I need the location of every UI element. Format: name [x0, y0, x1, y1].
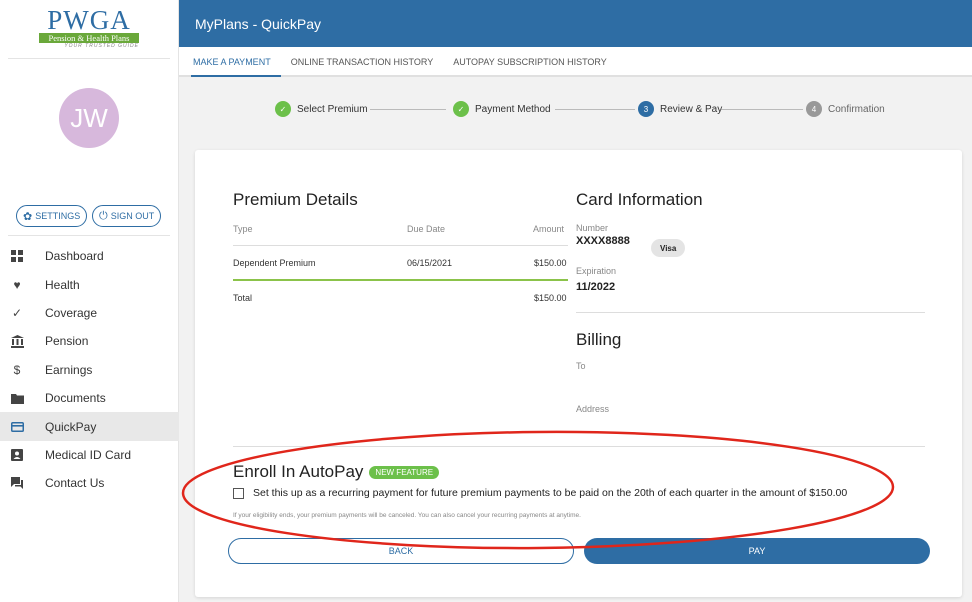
- sidebar-item-dashboard[interactable]: Dashboard: [0, 242, 179, 270]
- premium-amount: $150.00: [534, 258, 567, 268]
- step-connector: [370, 109, 446, 110]
- table-divider: [233, 245, 568, 246]
- check-icon: ✓: [11, 305, 23, 320]
- tab-make-a-payment[interactable]: MAKE A PAYMENT: [191, 57, 281, 77]
- column-header-type: Type: [233, 224, 253, 234]
- column-header-due-date: Due Date: [407, 224, 446, 234]
- credit-card-icon: [10, 420, 24, 434]
- sidebar-item-label: Medical ID Card: [45, 447, 132, 462]
- id-card-icon: [10, 448, 24, 462]
- sidebar-item-medical-id-card[interactable]: Medical ID Card: [0, 441, 179, 469]
- step-payment-method: ✓ Payment Method: [453, 101, 551, 117]
- dashboard-icon: [10, 249, 24, 263]
- step-connector: [721, 109, 803, 110]
- sidebar-item-quickpay[interactable]: QuickPay: [0, 412, 179, 441]
- autopay-note: If your eligibility ends, your premium p…: [233, 512, 581, 519]
- autopay-checkbox[interactable]: [233, 488, 244, 499]
- sidebar-item-label: Dashboard: [45, 249, 104, 264]
- check-circle-icon: ✓: [275, 101, 291, 117]
- sidebar-item-label: QuickPay: [45, 419, 97, 434]
- card-number: XXXX8888: [576, 235, 630, 247]
- sidebar-item-pension[interactable]: Pension: [0, 327, 179, 355]
- gear-icon: ✿: [23, 210, 33, 223]
- bank-icon: [10, 334, 24, 348]
- card-information-title: Card Information: [576, 190, 703, 209]
- step-label: Payment Method: [475, 103, 551, 115]
- sidebar-item-label: Coverage: [45, 305, 98, 320]
- step-connector: [555, 109, 635, 110]
- review-card: Premium Details Type Due Date Amount Dep…: [195, 150, 962, 597]
- settings-label: SETTINGS: [35, 211, 81, 221]
- logo-subtitle: Pension & Health Plans: [39, 33, 139, 43]
- sidebar-item-earnings[interactable]: $ Earnings: [0, 356, 179, 384]
- billing-address-label: Address: [576, 404, 610, 414]
- expiration-date: 11/2022: [576, 281, 616, 293]
- back-button[interactable]: BACK: [228, 538, 574, 564]
- billing-title: Billing: [576, 330, 622, 349]
- premium-due-date: 06/15/2021: [407, 258, 453, 268]
- dollar-icon: $: [13, 362, 21, 377]
- sidebar-item-label: Health: [45, 277, 80, 292]
- sidebar-item-label: Documents: [45, 391, 106, 406]
- sidebar-nav: Dashboard ♥ Health ✓ Coverage Pension $ …: [0, 242, 179, 498]
- step-label: Review & Pay: [660, 103, 723, 115]
- section-divider: [233, 446, 925, 447]
- autopay-title-text: Enroll In AutoPay: [233, 462, 364, 481]
- pay-button[interactable]: PAY: [584, 538, 930, 564]
- sidebar-item-health[interactable]: ♥ Health: [0, 270, 179, 298]
- step-select-premium: ✓ Select Premium: [275, 101, 368, 117]
- premium-type: Dependent Premium: [233, 258, 316, 268]
- sidebar-divider: [8, 58, 170, 59]
- page-header: MyPlans - QuickPay: [179, 0, 972, 47]
- step-review-pay: 3 Review & Pay: [638, 101, 722, 117]
- step-number: 4: [806, 101, 822, 117]
- page-title: MyPlans - QuickPay: [195, 15, 322, 32]
- autopay-checkbox-label[interactable]: Set this up as a recurring payment for f…: [253, 487, 847, 499]
- tab-autopay-subscription-history[interactable]: AUTOPAY SUBSCRIPTION HISTORY: [443, 57, 617, 77]
- sidebar-item-coverage[interactable]: ✓ Coverage: [0, 299, 179, 327]
- sidebar-item-label: Pension: [45, 334, 89, 349]
- folder-icon: [10, 391, 24, 405]
- sidebar-item-label: Earnings: [45, 362, 93, 377]
- sidebar-divider: [8, 235, 170, 236]
- new-feature-badge: NEW FEATURE: [369, 465, 440, 479]
- step-number: 3: [638, 101, 654, 117]
- step-label: Confirmation: [828, 103, 885, 115]
- sign-out-button[interactable]: ⏻ SIGN OUT: [92, 205, 162, 227]
- logo-tagline: YOUR TRUSTED GUIDE: [64, 43, 139, 49]
- sidebar: PWGA Pension & Health Plans YOUR TRUSTED…: [0, 0, 179, 602]
- tab-online-transaction-history[interactable]: ONLINE TRANSACTION HISTORY: [281, 57, 444, 77]
- chat-icon: [10, 476, 24, 490]
- table-divider: [233, 279, 568, 281]
- expiration-label: Expiration: [576, 266, 617, 276]
- progress-stepper: ✓ Select Premium ✓ Payment Method 3 Revi…: [275, 101, 885, 117]
- step-label: Select Premium: [297, 103, 368, 115]
- billing-to-label: To: [576, 361, 586, 371]
- card-brand-badge: Visa: [651, 239, 686, 257]
- section-divider: [576, 312, 925, 313]
- settings-button[interactable]: ✿ SETTINGS: [16, 205, 88, 227]
- card-number-label: Number: [576, 223, 609, 233]
- check-circle-icon: ✓: [453, 101, 469, 117]
- tab-bar: MAKE A PAYMENT ONLINE TRANSACTION HISTOR…: [179, 47, 972, 77]
- total-amount: $150.00: [534, 293, 567, 303]
- total-label: Total: [233, 293, 253, 303]
- sidebar-item-contact-us[interactable]: Contact Us: [0, 469, 179, 497]
- avatar: JW: [59, 88, 119, 148]
- sidebar-item-label: Contact Us: [45, 476, 105, 491]
- premium-details-title: Premium Details: [233, 190, 358, 209]
- logo[interactable]: PWGA Pension & Health Plans YOUR TRUSTED…: [39, 5, 139, 49]
- autopay-title: Enroll In AutoPay NEW FEATURE: [233, 462, 440, 482]
- heart-icon: ♥: [13, 277, 21, 292]
- logo-name: PWGA: [47, 5, 131, 35]
- column-header-amount: Amount: [533, 224, 565, 234]
- sign-out-label: SIGN OUT: [110, 211, 155, 221]
- step-confirmation: 4 Confirmation: [806, 101, 885, 117]
- sidebar-item-documents[interactable]: Documents: [0, 384, 179, 412]
- power-icon: ⏻: [99, 209, 108, 222]
